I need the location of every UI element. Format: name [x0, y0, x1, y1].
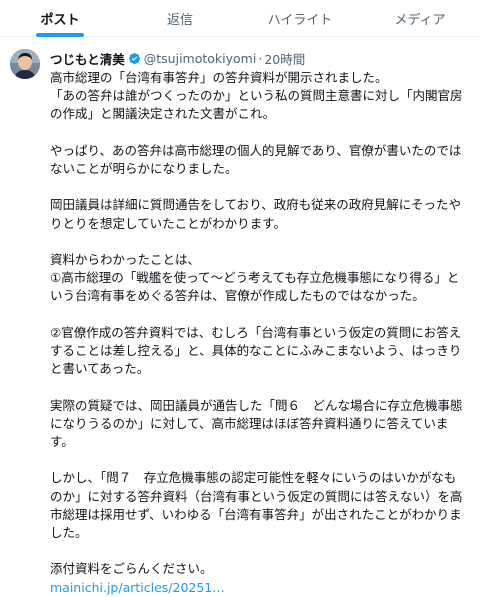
separator: · [258, 50, 263, 66]
post-paragraph: 添付資料をごらんください。 [50, 561, 213, 577]
avatar-image [10, 49, 40, 79]
post-header: つじもと清美 @tsujimotokiyomi · 20時間 [50, 48, 472, 68]
post-paragraph: しかし、「問７ 存立危機事態の認定可能性を軽々にいうのはいかがなものか」に対する… [50, 470, 463, 541]
post-paragraph: 高市総理の「台湾有事答弁」の答弁資料が開示されました。 「あの答弁は誰がつくった… [50, 70, 463, 122]
tab-label: ポスト [40, 12, 80, 28]
author-handle[interactable]: @tsujimotokiyomi [144, 51, 257, 66]
tab-label: ハイライト [267, 12, 333, 28]
profile-tab-bar: ポスト 返信 ハイライト メディア [0, 0, 480, 37]
post-link[interactable]: mainichi.jp/articles/20251… [50, 579, 468, 597]
tab-highlights[interactable]: ハイライト [240, 0, 360, 36]
tab-posts[interactable]: ポスト [0, 0, 120, 37]
avatar[interactable] [10, 49, 40, 79]
tab-label: メディア [394, 12, 446, 28]
post-paragraph: ②官僚作成の答弁資料では、むしろ「台湾有事という仮定の質問にお答えすることは差し… [50, 324, 462, 377]
tab-replies[interactable]: 返信 [120, 0, 240, 36]
post-paragraph: やっぱり、あの答弁は高市総理の個人的見解であり、官僚が書いたのではないことが明ら… [50, 142, 462, 177]
active-tab-indicator [36, 33, 84, 37]
post-timestamp[interactable]: 20時間 [264, 49, 305, 68]
post-paragraph: 岡田議員は詳細に質問通告をしており、政府も従来の政府見解にそったやりとりを想定し… [50, 197, 462, 231]
tab-label: 返信 [166, 12, 193, 28]
verified-badge-icon [128, 52, 140, 64]
post-paragraph: 資料からわかったことは、 ①高市総理の「戦艦を使って～どう考えても存立危機事態に… [50, 252, 460, 304]
post-paragraph: 実際の質疑では、岡田議員が通告した「問６ どんな場合に存立危機事態になりうるのか… [50, 397, 463, 450]
author-name[interactable]: つじもと清美 [50, 49, 125, 68]
post-text: 高市総理の「台湾有事答弁」の答弁資料が開示されました。 「あの答弁は誰がつくった… [50, 69, 468, 597]
tab-media[interactable]: メディア [360, 0, 480, 36]
